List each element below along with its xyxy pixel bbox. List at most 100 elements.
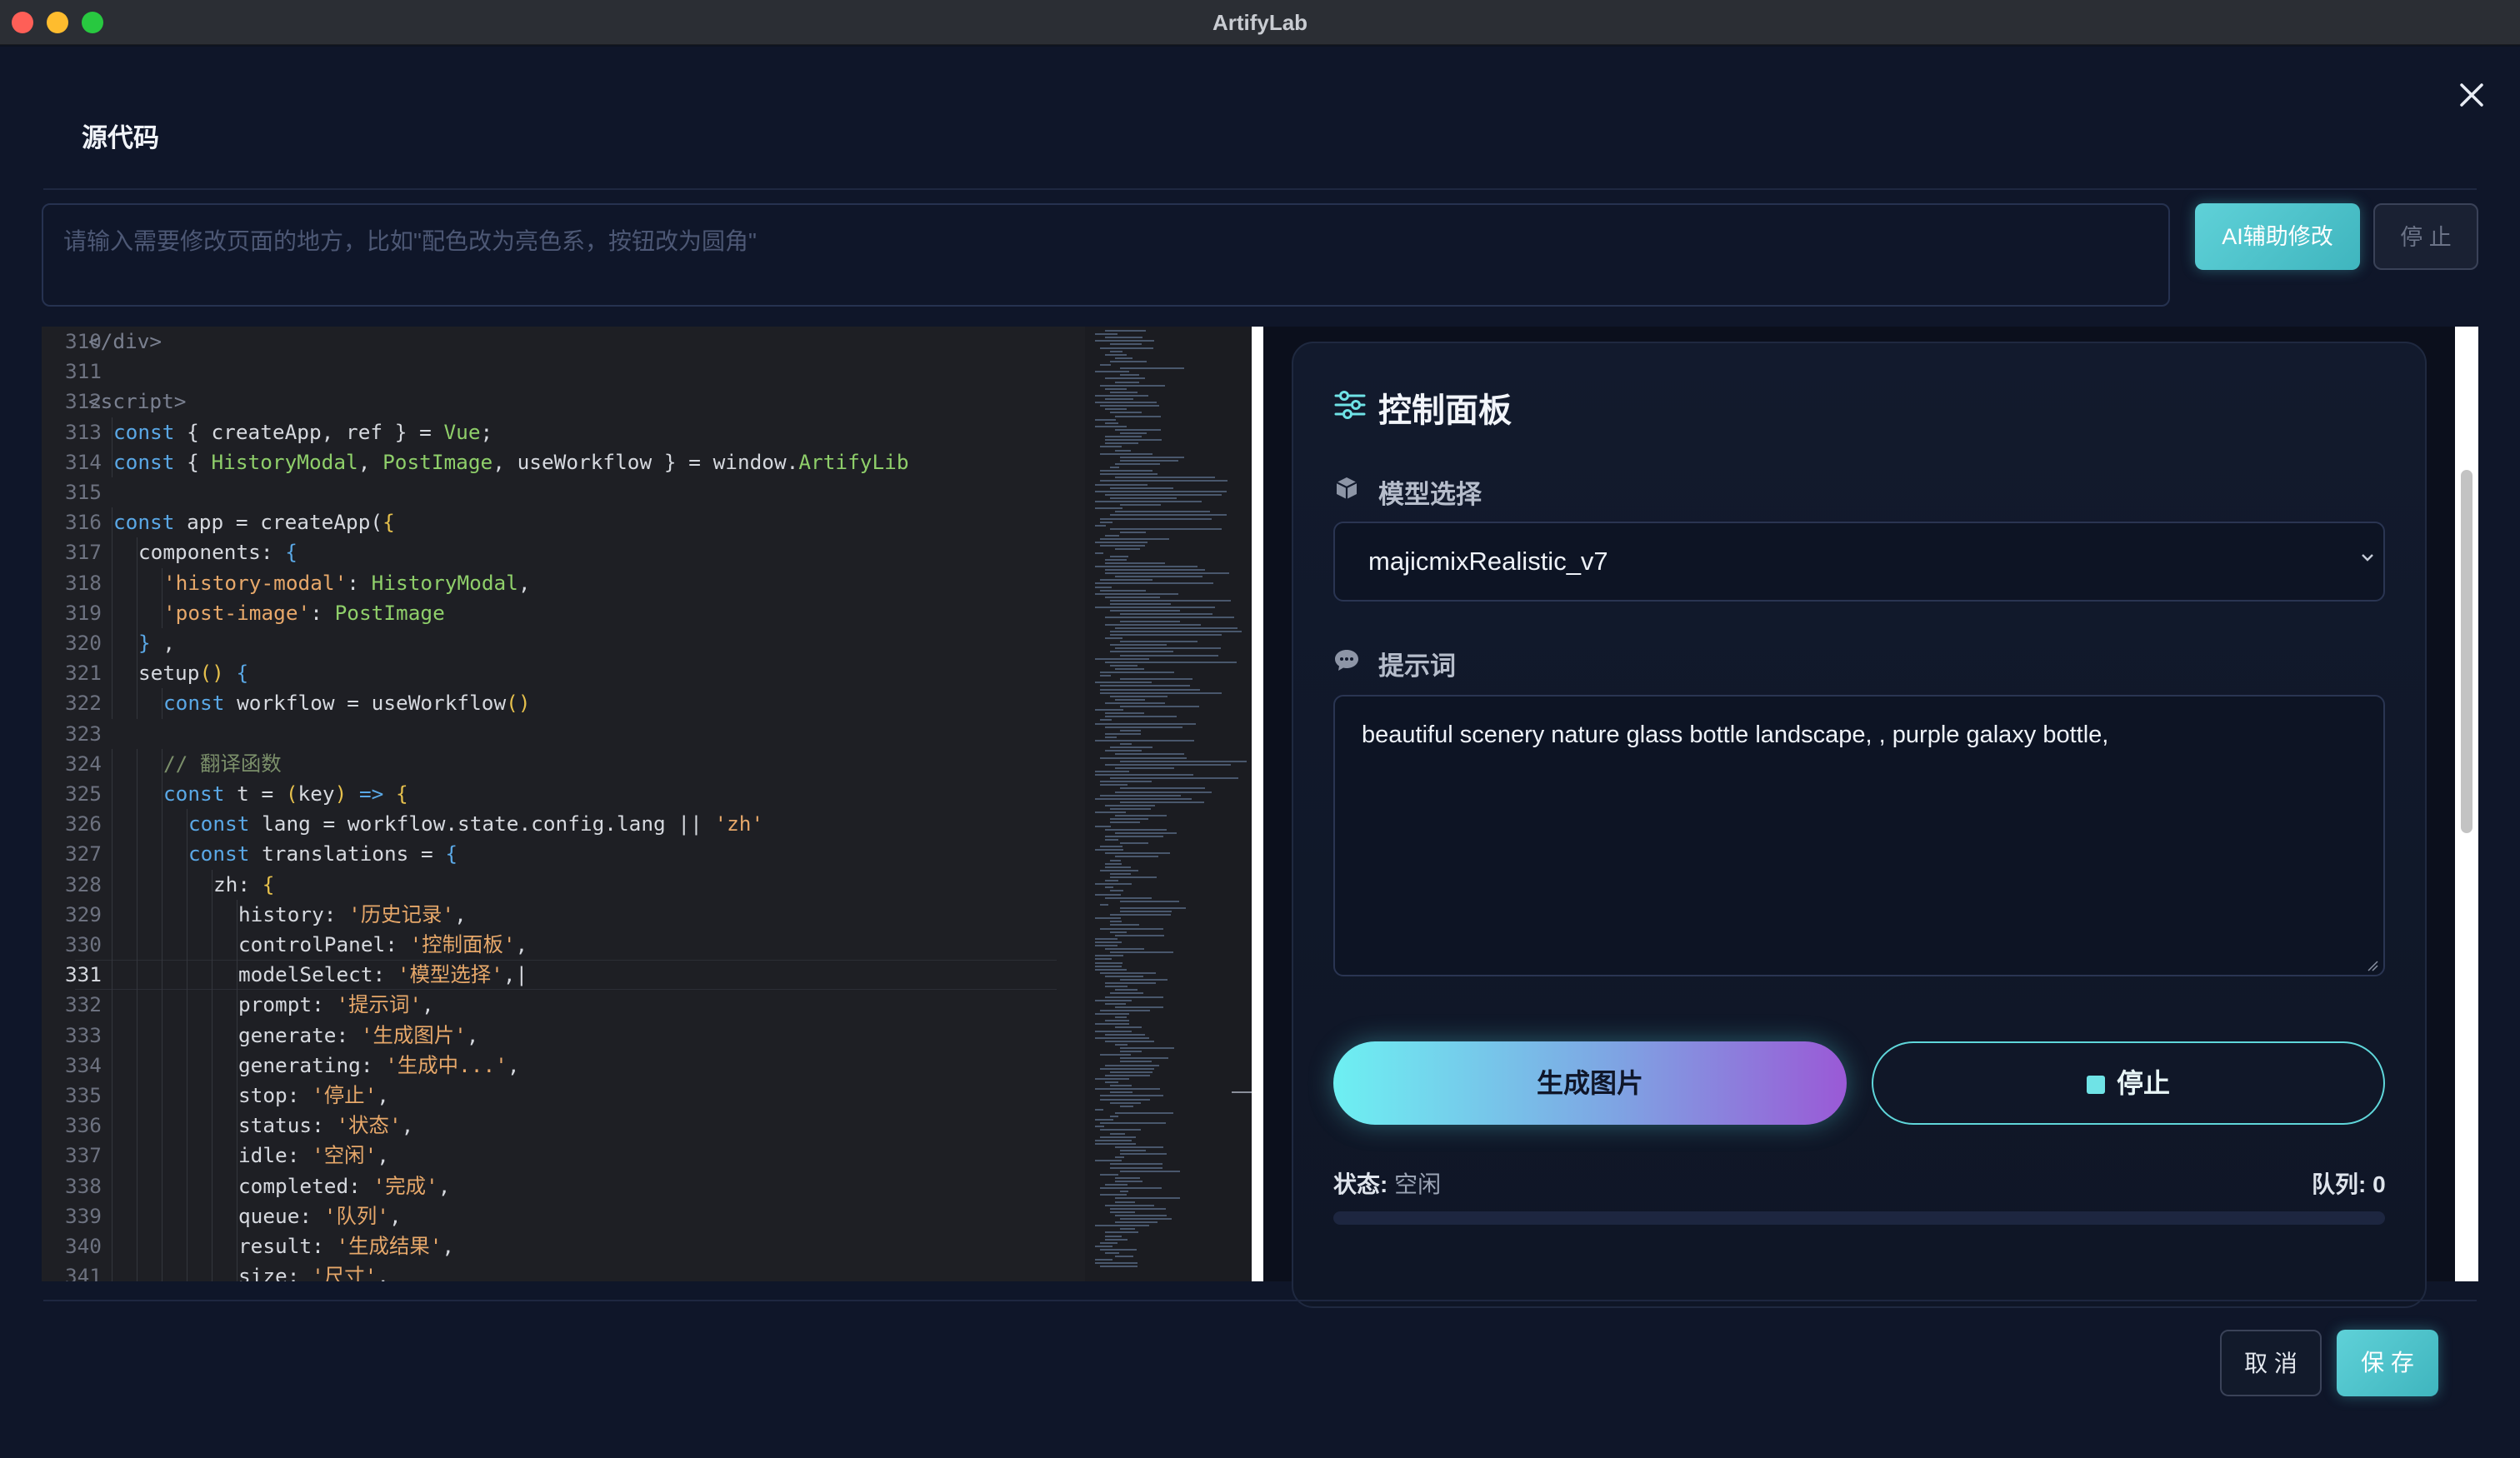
status-label: 状态: xyxy=(1333,1171,1388,1197)
minimap-line xyxy=(1110,497,1177,499)
chevron-down-icon[interactable] xyxy=(2358,547,2377,572)
indent-guide xyxy=(187,1141,188,1171)
ai-stop-button[interactable]: 停 止 xyxy=(2373,203,2478,270)
minimap-line xyxy=(1120,1105,1133,1107)
code-line: stop: '停止', xyxy=(238,1083,389,1107)
indent-guide xyxy=(187,930,188,961)
queue-readout: 队列: 0 xyxy=(2312,1171,2386,1197)
indent-guide xyxy=(187,1050,188,1081)
minimap-line xyxy=(1095,490,1227,492)
minimap-line xyxy=(1100,405,1159,407)
minimap-line xyxy=(1105,1231,1138,1234)
code-line: // 翻译函数 xyxy=(163,751,282,776)
cancel-button[interactable]: 取 消 xyxy=(2220,1330,2322,1396)
line-number: 320 xyxy=(64,631,102,655)
minimap-line xyxy=(1110,1071,1152,1073)
save-button[interactable]: 保 存 xyxy=(2337,1330,2438,1396)
code-line: history: '历史记录', xyxy=(238,901,467,926)
minimap-line xyxy=(1100,1187,1162,1190)
code-line: components: { xyxy=(138,540,298,565)
prompt-textarea[interactable]: beautiful scenery nature glass bottle la… xyxy=(1333,695,2385,976)
minimap-line xyxy=(1110,350,1122,352)
minimap-line xyxy=(1100,1122,1166,1125)
indent-guide xyxy=(137,748,138,779)
minimap-line xyxy=(1120,911,1172,912)
line-number: 330 xyxy=(64,932,102,956)
minimap-line xyxy=(1105,387,1127,390)
code-line: 'history-modal': HistoryModal, xyxy=(163,570,531,595)
generate-image-button[interactable]: 生成图片 xyxy=(1333,1041,1847,1125)
minimap-line xyxy=(1095,1023,1129,1026)
code-editor[interactable]: 310 </div> 311 312 <script> 313 const { create… xyxy=(42,327,1085,1281)
model-select-label: 模型选择 xyxy=(1378,480,1482,509)
preview-scrollbar-thumb[interactable] xyxy=(2461,470,2472,833)
code-line: const app = createApp({ xyxy=(113,510,395,535)
line-number: 322 xyxy=(64,691,102,716)
minimap-line xyxy=(1100,675,1111,677)
minimap-line xyxy=(1100,1173,1118,1176)
minimap-slider[interactable] xyxy=(1232,1091,1252,1093)
code-line: zh: { xyxy=(213,871,275,896)
minimap-line xyxy=(1105,562,1165,564)
indent-guide xyxy=(187,960,188,991)
indent-guide xyxy=(137,930,138,961)
minimap-line xyxy=(1100,347,1153,349)
status-readout: 状态: 空闲 xyxy=(1333,1166,1441,1200)
minimap-line xyxy=(1095,1036,1149,1039)
minimap-line xyxy=(1105,1204,1154,1206)
minimap-line xyxy=(1110,890,1123,892)
minimap-line xyxy=(1095,483,1148,486)
minimap-line xyxy=(1100,589,1146,592)
footer-divider xyxy=(43,1300,2477,1301)
minimap-line xyxy=(1105,1074,1150,1076)
code-minimap[interactable] xyxy=(1085,327,1252,1281)
minimap-line xyxy=(1120,743,1132,746)
ai-modify-button[interactable]: AI辅助修改 xyxy=(2195,203,2360,270)
minimap-line xyxy=(1120,706,1199,707)
indent-guide xyxy=(137,1050,138,1081)
minimap-line xyxy=(1120,1191,1128,1193)
minimap-line xyxy=(1100,1248,1137,1251)
minimap-line xyxy=(1110,931,1127,933)
minimap-line xyxy=(1105,1040,1154,1042)
indent-guide xyxy=(137,1261,138,1281)
model-select[interactable]: majicmixRealistic_v7 xyxy=(1333,522,2385,602)
minimap-line xyxy=(1095,883,1132,886)
split-divider[interactable] xyxy=(1252,327,1263,1281)
indent-guide xyxy=(137,1141,138,1171)
close-icon[interactable] xyxy=(2453,77,2490,113)
code-line: const t = (key) => { xyxy=(163,781,408,806)
indent-guide xyxy=(237,960,238,991)
indent-guide xyxy=(137,1081,138,1111)
minimap-line xyxy=(1095,740,1194,741)
stop-generation-button[interactable]: 停止 xyxy=(1872,1041,2385,1125)
line-number: 313 xyxy=(64,419,102,444)
code-line: idle: '空闲', xyxy=(238,1143,389,1168)
indent-guide xyxy=(137,990,138,1021)
minimap-line xyxy=(1110,914,1171,916)
minimap-line xyxy=(1105,828,1167,831)
minimap-line xyxy=(1105,558,1127,561)
minimap-line xyxy=(1110,1207,1166,1210)
minimap-line xyxy=(1115,753,1184,756)
resize-handle-icon[interactable] xyxy=(2367,960,2378,971)
line-number: 328 xyxy=(64,871,102,896)
code-line: setup() { xyxy=(138,661,249,686)
minimap-line xyxy=(1100,545,1145,547)
minimap-line xyxy=(1115,1043,1128,1046)
code-line: result: '生成结果', xyxy=(238,1234,455,1258)
minimap-line xyxy=(1120,729,1141,731)
minimap-line xyxy=(1095,1139,1132,1141)
minimap-line xyxy=(1100,446,1122,448)
minimap-line xyxy=(1095,955,1123,957)
minimap-line xyxy=(1095,825,1111,827)
code-line: prompt: '提示词', xyxy=(238,992,434,1017)
ai-modify-input[interactable]: 请输入需要修改页面的地方，比如"配色改为亮色系，按钮改为圆角" xyxy=(42,203,2170,307)
indent-guide xyxy=(137,779,138,810)
minimap-line xyxy=(1110,1116,1118,1117)
minimap-line xyxy=(1110,1163,1162,1166)
minimap-line xyxy=(1110,514,1227,517)
line-number: 338 xyxy=(64,1173,102,1198)
minimap-line xyxy=(1105,986,1128,988)
code-line: queue: '队列', xyxy=(238,1203,402,1228)
